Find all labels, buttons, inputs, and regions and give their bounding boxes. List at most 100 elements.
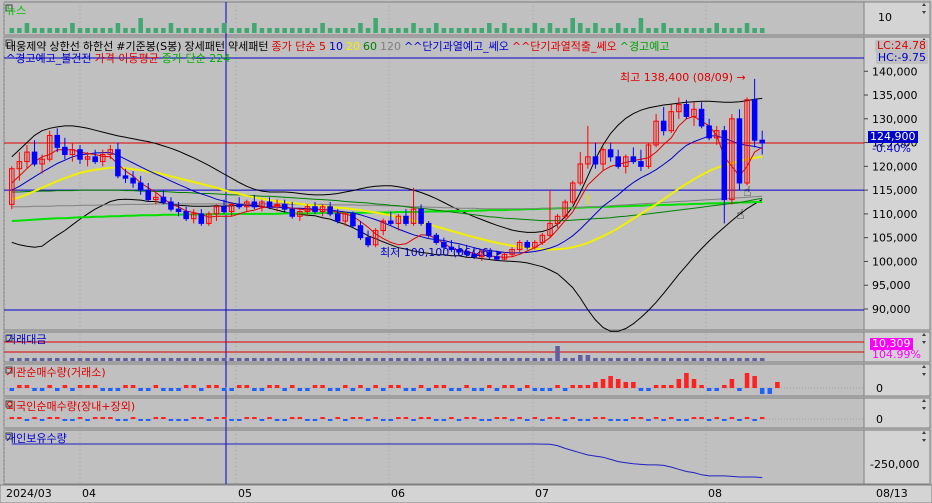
news-bar: [426, 28, 431, 33]
amount-bar: [47, 358, 52, 361]
stock-chart-window: 2024/03 04 05 06 07 08 08/13 140,000 135,000 130,…: [0, 0, 932, 503]
inst-bar: [130, 385, 136, 388]
news-bar: [411, 23, 416, 33]
legend-item[interactable]: 약세패턴: [228, 40, 268, 53]
inst-bar: [441, 385, 447, 388]
foreign-bar: [524, 419, 530, 421]
candle-body: [759, 139, 765, 144]
panel-indiv-bg: [3, 429, 865, 485]
news-bar: [456, 28, 462, 33]
amount-bar: [123, 358, 128, 361]
news-bar: [418, 28, 424, 33]
candle-body: [115, 149, 121, 177]
inst-bar: [62, 385, 68, 388]
amount-bar: [517, 358, 522, 361]
foreign-bar: [706, 419, 712, 421]
foreign-bar: [623, 419, 629, 421]
inst-bar: [54, 388, 60, 391]
foreign-bar: [737, 419, 742, 421]
legend-item[interactable]: 10: [329, 40, 343, 53]
candle-body: [615, 156, 621, 167]
legend-item[interactable]: 60: [363, 40, 377, 53]
inst-bar: [259, 388, 265, 391]
amount-bar: [214, 358, 219, 361]
legend-item[interactable]: ^^단기과열예고_쎄오: [404, 40, 509, 53]
amount-bar: [267, 358, 272, 361]
foreign-bar: [358, 417, 363, 419]
amount-bar: [274, 358, 280, 361]
amount-bar: [297, 358, 303, 361]
candle-body: [607, 149, 614, 158]
legend-item[interactable]: ^경고예고: [620, 40, 670, 53]
date-label: 06: [391, 487, 405, 500]
foreign-bar: [108, 417, 113, 419]
news-bar: [47, 28, 52, 33]
amount-bar: [229, 358, 234, 361]
low-note: 최저 100,100 (06/26) ▸: [380, 246, 503, 259]
inst-bar: [449, 388, 454, 391]
news-bar: [130, 28, 136, 33]
foreign-bar: [145, 419, 151, 421]
news-bar: [312, 28, 318, 33]
amount-bar: [282, 358, 287, 361]
legend-item[interactable]: ^경고예고_불건전: [6, 52, 92, 65]
news-bar: [373, 18, 378, 33]
candle-body: [350, 213, 356, 227]
foreign-bar: [32, 417, 37, 419]
amount-bar: [145, 358, 151, 361]
news-bar: [593, 23, 598, 33]
foreign-bar: [123, 419, 128, 421]
inst-bar: [668, 385, 674, 388]
foreign-bar: [130, 417, 136, 419]
amount-bar: [168, 358, 174, 361]
foreign-bar: [221, 417, 227, 419]
legend-item[interactable]: 가격 이동평균: [95, 52, 159, 65]
foreign-bar: [494, 417, 500, 419]
news-bar: [661, 23, 666, 33]
legend-item[interactable]: 종가 단순 5: [271, 40, 325, 53]
candle-body: [403, 215, 409, 224]
inst-bar: [615, 379, 621, 388]
amount-bar: [396, 358, 401, 361]
inst-bar: [661, 385, 666, 388]
amount-bar: [722, 358, 727, 361]
amount-bar: [100, 358, 106, 361]
candle-body: [357, 225, 364, 239]
foreign-bar: [585, 419, 591, 421]
news-bar: [638, 18, 644, 33]
news-bar: [335, 28, 341, 33]
news-tick-label: 10: [878, 11, 892, 24]
candle-body: [251, 201, 258, 208]
inst-bar: [244, 385, 250, 388]
amount-bar: [335, 358, 341, 361]
news-bar: [343, 28, 348, 33]
legend-item[interactable]: 종가 단순 224: [162, 52, 230, 65]
date-label: 05: [238, 487, 252, 500]
amount-bar: [684, 358, 689, 361]
amount-bar: [108, 358, 113, 361]
legend-item[interactable]: 20: [346, 40, 360, 53]
amount-bar: [714, 358, 720, 361]
inst-bar: [411, 388, 416, 391]
news-bar: [282, 28, 287, 33]
hc-label: HC:-9.75: [875, 51, 928, 64]
inst-bar: [274, 385, 280, 388]
panel-indiv-axis: [863, 429, 931, 485]
inst-bar: [578, 385, 583, 388]
legend-item[interactable]: 120: [380, 40, 401, 53]
inst-bar: [676, 379, 682, 388]
legend-item[interactable]: ^^단기과열적출_쎄오: [512, 40, 617, 53]
price-tick-label: 105,000: [872, 232, 918, 245]
foreign-bar: [547, 417, 553, 419]
amount-bar: [176, 358, 181, 361]
foreign-bar: [722, 419, 727, 421]
news-bar: [358, 23, 363, 33]
news-bar: [676, 28, 682, 33]
foreign-bar: [502, 417, 507, 419]
inst-bar: [176, 388, 181, 391]
news-bar: [555, 28, 560, 33]
inst-bar: [282, 388, 287, 391]
amount-bar: [706, 358, 712, 361]
inst-tick-label: 0: [876, 382, 883, 395]
inst-bar: [267, 385, 272, 388]
